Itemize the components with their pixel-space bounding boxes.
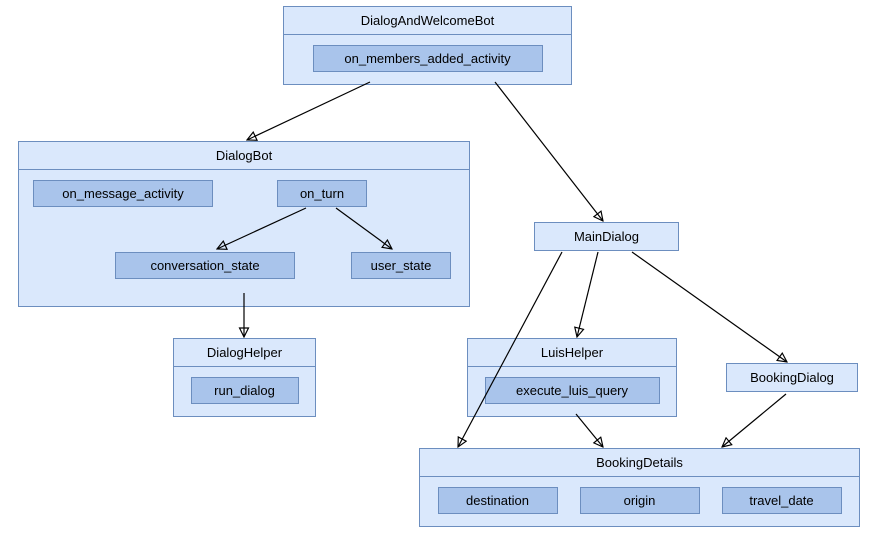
node-booking-details: BookingDetails destination origin travel… bbox=[419, 448, 860, 527]
node-compartment: execute_luis_query bbox=[468, 367, 676, 416]
edge-maindialog-to-luishelper bbox=[577, 252, 598, 337]
edge-bookingdialog-to-bookingdetails bbox=[722, 394, 786, 447]
member-travel-date: travel_date bbox=[722, 487, 842, 514]
node-compartment: on_message_activity on_turn conversation… bbox=[19, 170, 469, 306]
node-main-dialog: MainDialog bbox=[534, 222, 679, 251]
node-compartment: run_dialog bbox=[174, 367, 315, 416]
member-on-members-added-activity: on_members_added_activity bbox=[313, 45, 543, 72]
node-title: LuisHelper bbox=[468, 339, 676, 367]
node-dialog-bot: DialogBot on_message_activity on_turn co… bbox=[18, 141, 470, 307]
edge-luishelper-to-bookingdetails bbox=[576, 414, 603, 447]
node-dialog-helper: DialogHelper run_dialog bbox=[173, 338, 316, 417]
member-execute-luis-query: execute_luis_query bbox=[485, 377, 660, 404]
node-title: DialogAndWelcomeBot bbox=[284, 7, 571, 35]
node-booking-dialog: BookingDialog bbox=[726, 363, 858, 392]
edge-dawb-to-maindialog bbox=[495, 82, 603, 221]
member-user-state: user_state bbox=[351, 252, 451, 279]
node-title: MainDialog bbox=[535, 223, 678, 250]
node-compartment: on_members_added_activity bbox=[284, 35, 571, 84]
member-conversation-state: conversation_state bbox=[115, 252, 295, 279]
member-on-message-activity: on_message_activity bbox=[33, 180, 213, 207]
node-title: DialogBot bbox=[19, 142, 469, 170]
member-on-turn: on_turn bbox=[277, 180, 367, 207]
node-dialog-and-welcome-bot: DialogAndWelcomeBot on_members_added_act… bbox=[283, 6, 572, 85]
edge-dawb-to-dialogbot bbox=[247, 82, 370, 140]
node-title: BookingDialog bbox=[727, 364, 857, 391]
member-origin: origin bbox=[580, 487, 700, 514]
member-run-dialog: run_dialog bbox=[191, 377, 299, 404]
member-destination: destination bbox=[438, 487, 558, 514]
node-title: BookingDetails bbox=[420, 449, 859, 477]
node-title: DialogHelper bbox=[174, 339, 315, 367]
node-luis-helper: LuisHelper execute_luis_query bbox=[467, 338, 677, 417]
node-compartment: destination origin travel_date bbox=[420, 477, 859, 526]
